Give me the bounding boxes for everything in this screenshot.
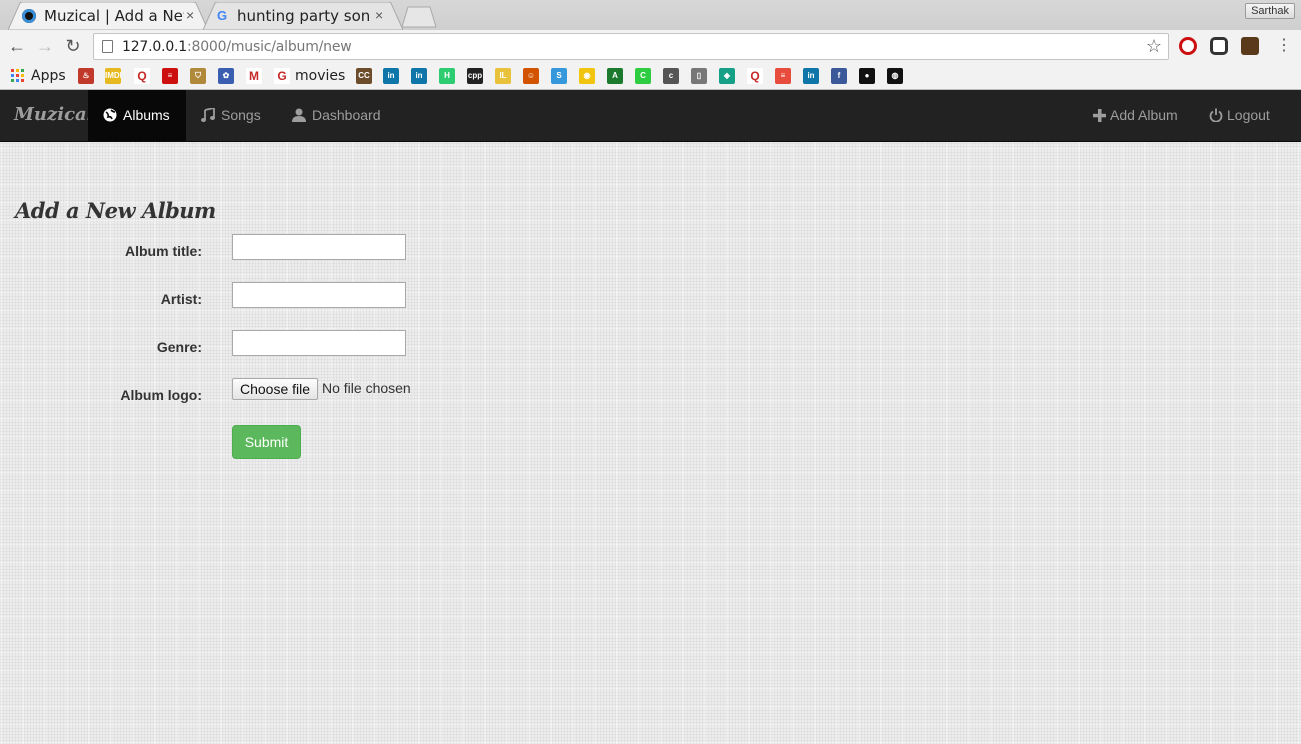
genre-input[interactable] [232,330,406,356]
nav-albums[interactable]: Albums [88,90,186,141]
tab-muzical[interactable]: Muzical | Add a New × [8,2,208,30]
file-status-text: No file chosen [322,380,411,396]
artist-label: Artist: [160,291,202,307]
puzzle-bookmark-icon[interactable]: ✿ [218,68,234,84]
browser-toolbar: ← → ↻ 127.0.0.1:8000/music/album/new ☆ ⋮ [0,30,1301,63]
nav-songs[interactable]: Songs [201,90,261,141]
muzical-favicon-icon [22,9,36,23]
back-button[interactable]: ← [6,36,28,58]
cat-extension-icon[interactable] [1241,37,1259,55]
nav-logout-label: Logout [1227,107,1270,123]
hackerearth-icon[interactable]: H [439,68,455,84]
album-title-input[interactable] [232,234,406,260]
nav-add-album[interactable]: Add Album [1092,90,1178,141]
gmail-icon[interactable]: M [246,68,262,84]
bookmarks-bar: Apps ♨IMDbQ≡⛉✿MGininHcppIL☺S◉ACc▯◈Q≡inf●… [0,63,1301,90]
plus-icon [1092,90,1106,141]
c-icon[interactable]: c [663,68,679,84]
nav-dashboard[interactable]: Dashboard [292,90,381,141]
submit-button[interactable]: Submit [232,425,301,459]
genre-label: Genre: [156,339,202,355]
close-tab-icon[interactable]: × [375,7,383,23]
address-bar[interactable]: 127.0.0.1:8000/music/album/new ☆ [93,33,1169,60]
terminal-icon[interactable]: A [607,68,623,84]
linkedin-icon[interactable]: in [803,68,819,84]
google-favicon-icon: G [217,8,228,23]
bookmark-apps[interactable]: Apps [31,68,66,84]
quora-icon[interactable]: Q [134,68,150,84]
url-path: :8000/music/album/new [187,39,352,55]
opera-bookmark-icon[interactable]: ≡ [162,68,178,84]
url-text: 127.0.0.1:8000/music/album/new [122,39,352,55]
imdb-icon[interactable]: IMDb [105,68,121,84]
nav-logout[interactable]: Logout [1209,90,1270,141]
music-note-icon [201,90,215,141]
nav-dashboard-label: Dashboard [312,107,381,123]
bookmark-movies[interactable]: movies [295,68,345,84]
tab-google-search[interactable]: G hunting party song × [203,2,403,30]
pen-icon[interactable]: ≡ [775,68,791,84]
nav-songs-label: Songs [221,107,261,123]
page-content: Muzicall Albums Songs Dashboard Add Albu… [0,90,1301,744]
site-navbar: Muzicall Albums Songs Dashboard Add Albu… [0,90,1301,142]
tab-strip: Muzical | Add a New × G hunting party so… [0,0,1301,30]
pdf-icon[interactable]: ♨ [78,68,94,84]
page-title: Add a New Album [15,198,216,223]
page-info-icon[interactable] [102,40,113,53]
close-tab-icon[interactable]: × [186,7,194,23]
google-icon[interactable]: G [274,68,290,84]
codechef-icon[interactable]: C [635,68,651,84]
url-host: 127.0.0.1 [122,39,187,55]
linkedin-icon[interactable]: in [383,68,399,84]
opera-extension-icon[interactable] [1179,37,1197,55]
document-icon[interactable]: ▯ [691,68,707,84]
album-title-label: Album title: [125,243,202,259]
choose-file-button[interactable]: Choose file [232,378,319,400]
forward-button[interactable]: → [34,36,56,58]
album-logo-label: Album logo: [120,387,202,403]
github-icon[interactable]: ◍ [887,68,903,84]
nav-add-album-label: Add Album [1110,107,1178,123]
reload-button[interactable]: ↻ [62,36,84,58]
quora-icon[interactable]: Q [747,68,763,84]
sync-icon[interactable]: S [551,68,567,84]
bulb-icon[interactable]: ◉ [579,68,595,84]
artist-input[interactable] [232,282,406,308]
character-icon[interactable]: ☺ [523,68,539,84]
nav-albums-label: Albums [123,107,170,123]
new-tab-button[interactable] [400,6,438,28]
il-icon[interactable]: IL [495,68,511,84]
apps-grid-icon[interactable] [10,68,26,84]
globe-icon [103,90,117,141]
tab-title: Muzical | Add a New [44,7,184,25]
link-extension-icon[interactable] [1210,37,1228,55]
muzical-icon[interactable]: ● [859,68,875,84]
tab-title: hunting party song [237,7,371,25]
browser-menu-icon[interactable]: ⋮ [1273,36,1295,58]
facebook-icon[interactable]: f [831,68,847,84]
linkedin-icon[interactable]: in [411,68,427,84]
cc-icon[interactable]: CC [356,68,372,84]
profile-button[interactable]: Sarthak [1245,3,1295,19]
user-icon [292,90,306,141]
power-icon [1209,90,1223,141]
bookmark-star-icon[interactable]: ☆ [1146,36,1162,57]
cpp-icon[interactable]: cpp [467,68,483,84]
shield-bookmark-icon[interactable]: ⛉ [190,68,206,84]
gem-icon[interactable]: ◈ [719,68,735,84]
